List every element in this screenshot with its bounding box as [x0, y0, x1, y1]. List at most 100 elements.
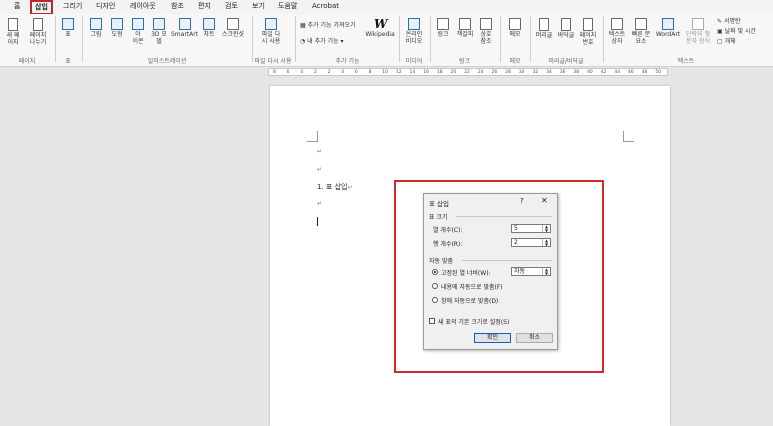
header-button[interactable]: 머리글: [534, 18, 554, 39]
margin-corner-top-right: [623, 131, 634, 142]
close-icon[interactable]: ✕: [541, 196, 548, 205]
wordart-icon: [662, 18, 674, 30]
header-icon: [539, 18, 549, 31]
link-icon: [437, 18, 449, 30]
ruler-tick-label: 12: [395, 70, 402, 75]
tab-review[interactable]: 검토: [222, 2, 241, 11]
3d-models-button[interactable]: 3D 모 델: [149, 18, 169, 45]
ruler-tick-label: 18: [436, 70, 443, 75]
ruler-tick-label: 4: [341, 70, 345, 75]
cube-icon: [153, 18, 165, 30]
rows-label: 행 개수(R):: [433, 241, 463, 248]
tab-mailings[interactable]: 편지: [195, 2, 214, 11]
ok-button[interactable]: 확인: [474, 333, 511, 343]
ruler-tick-label: 26: [491, 70, 498, 75]
columns-stepper[interactable]: 5 ▲ ▼: [511, 224, 551, 233]
tab-home[interactable]: 홈: [11, 2, 23, 11]
link-button[interactable]: 링크: [434, 18, 452, 38]
ruler-tick-label: 6: [286, 70, 290, 75]
page-break-button[interactable]: 페이지 나누기: [26, 18, 50, 46]
ruler-tick-label: 6: [354, 70, 358, 75]
fixed-width-label: 고정된 열 너비(W):: [441, 270, 491, 277]
shapes-button[interactable]: 도형: [108, 18, 126, 38]
ruler-tick-label: 10: [382, 70, 388, 75]
group-divider: [295, 16, 296, 62]
insert-table-dialog: 표 삽입 ? ✕ 표 크기 열 개수(C): 5 ▲ ▼ 행 개수(R): 2 ▲…: [423, 193, 558, 350]
icons-button[interactable]: 아 이콘: [129, 18, 147, 45]
ribbon: 새 페 이지 페이지 나누기 페이지 표 표 그림 도형 아 이콘 3D 모 델…: [0, 14, 773, 67]
horizontal-ruler[interactable]: 8 6 4 2 2 4 6 8 10 12 14 16 18 20 22 24 26 28 30 32 34 36 38 40…: [268, 68, 668, 76]
tab-layout[interactable]: 레이아웃: [127, 2, 159, 11]
group-header-footer-label: 머리글/바닥글: [548, 58, 584, 65]
chart-button[interactable]: 차트: [200, 18, 218, 38]
group-table-label: 표: [65, 58, 71, 65]
ruler-tick-label: 48: [641, 70, 648, 75]
fixed-width-radio[interactable]: [432, 269, 438, 275]
ruler-tick-label: 8: [368, 70, 372, 75]
object-button[interactable]: ▢ 개체: [717, 38, 736, 46]
table-button[interactable]: 표: [59, 18, 77, 38]
drop-cap-icon: [692, 18, 704, 30]
spin-arrows-icon[interactable]: ▲ ▼: [542, 239, 550, 246]
tab-view[interactable]: 보기: [249, 2, 268, 11]
footer-button[interactable]: 바닥글: [556, 18, 576, 39]
fixed-width-value: 자동: [514, 268, 526, 275]
help-button[interactable]: ?: [520, 197, 524, 205]
group-divider: [530, 16, 531, 62]
signature-line-button[interactable]: ✎ 서명란: [717, 18, 741, 26]
fit-contents-label: 내용에 자동으로 맞춤(F): [441, 284, 503, 291]
my-addins-button[interactable]: ◔ 내 추가 기능 ▾: [300, 38, 344, 46]
get-addins-button[interactable]: ▦ 추가 기능 가져오기: [300, 22, 356, 30]
wikipedia-button[interactable]: W Wikipedia: [365, 18, 395, 38]
tab-draw[interactable]: 그리기: [60, 2, 85, 11]
tab-insert[interactable]: 삽입: [30, 0, 53, 15]
dialog-title: 표 삽입: [429, 200, 450, 208]
new-page-button[interactable]: 새 페 이지: [4, 18, 22, 46]
ruler-tick-label: 40: [587, 70, 593, 75]
cancel-button[interactable]: 취소: [516, 333, 553, 343]
comment-button[interactable]: 메모: [505, 18, 525, 38]
date-time-button[interactable]: ▣ 날짜 및 시간: [717, 28, 756, 36]
autofit-section: 자동 맞춤: [429, 258, 453, 265]
smartart-button[interactable]: SmartArt: [171, 18, 198, 38]
cross-reference-button[interactable]: 상호 참조: [477, 18, 495, 45]
paragraph-mark: ↵: [317, 200, 323, 207]
tab-references[interactable]: 참조: [168, 2, 187, 11]
drop-cap-button[interactable]: 단락의 첫 문자 장식: [683, 18, 713, 45]
spin-arrows-icon[interactable]: ▲ ▼: [542, 225, 550, 232]
tab-design[interactable]: 디자인: [93, 2, 118, 11]
picture-button[interactable]: 그림: [87, 18, 105, 38]
picture-icon: [90, 18, 102, 30]
wordart-button[interactable]: WordArt: [655, 18, 681, 38]
calendar-icon: ▣: [717, 28, 725, 35]
footer-icon: [561, 18, 571, 31]
screenshot-button[interactable]: 스크린샷: [220, 18, 246, 38]
group-reuse-label: 파일 다시 사용: [254, 58, 292, 65]
group-divider: [55, 16, 56, 62]
list-item-text[interactable]: 1. 표 삽입↵: [317, 182, 352, 192]
spin-arrows-icon[interactable]: ▲ ▼: [542, 268, 550, 275]
rows-stepper[interactable]: 2 ▲ ▼: [511, 238, 551, 247]
table-size-section: 표 크기: [429, 214, 448, 221]
tab-help[interactable]: 도움말: [275, 2, 300, 11]
ruler-tick-label: 50: [655, 70, 662, 75]
remember-size-checkbox[interactable]: [429, 318, 435, 324]
tab-acrobat[interactable]: Acrobat: [309, 2, 342, 11]
textbox-button[interactable]: 텍스트 상자: [606, 18, 628, 45]
fixed-width-stepper[interactable]: 자동 ▲ ▼: [511, 267, 551, 276]
columns-label: 열 개수(C):: [433, 227, 463, 234]
ruler-tick-label: 42: [600, 70, 607, 75]
group-addins-label: 추가 기능: [335, 58, 360, 65]
paragraph-mark: ↵: [317, 166, 323, 173]
text-cursor: [317, 217, 318, 226]
fit-window-radio[interactable]: [432, 297, 438, 303]
bookmark-button[interactable]: 책갈피: [454, 18, 476, 38]
quick-parts-button[interactable]: 빠른 문 요소: [629, 18, 653, 45]
fit-contents-radio[interactable]: [432, 283, 438, 289]
page-number-button[interactable]: 페이지 번호: [578, 18, 598, 46]
group-divider: [430, 16, 431, 62]
reuse-files-button[interactable]: 파일 다 시 사용: [257, 18, 285, 45]
ruler-tick-label: 24: [477, 70, 484, 75]
group-media-label: 미디어: [405, 58, 423, 65]
online-video-button[interactable]: 온라인 비디오: [402, 18, 426, 45]
